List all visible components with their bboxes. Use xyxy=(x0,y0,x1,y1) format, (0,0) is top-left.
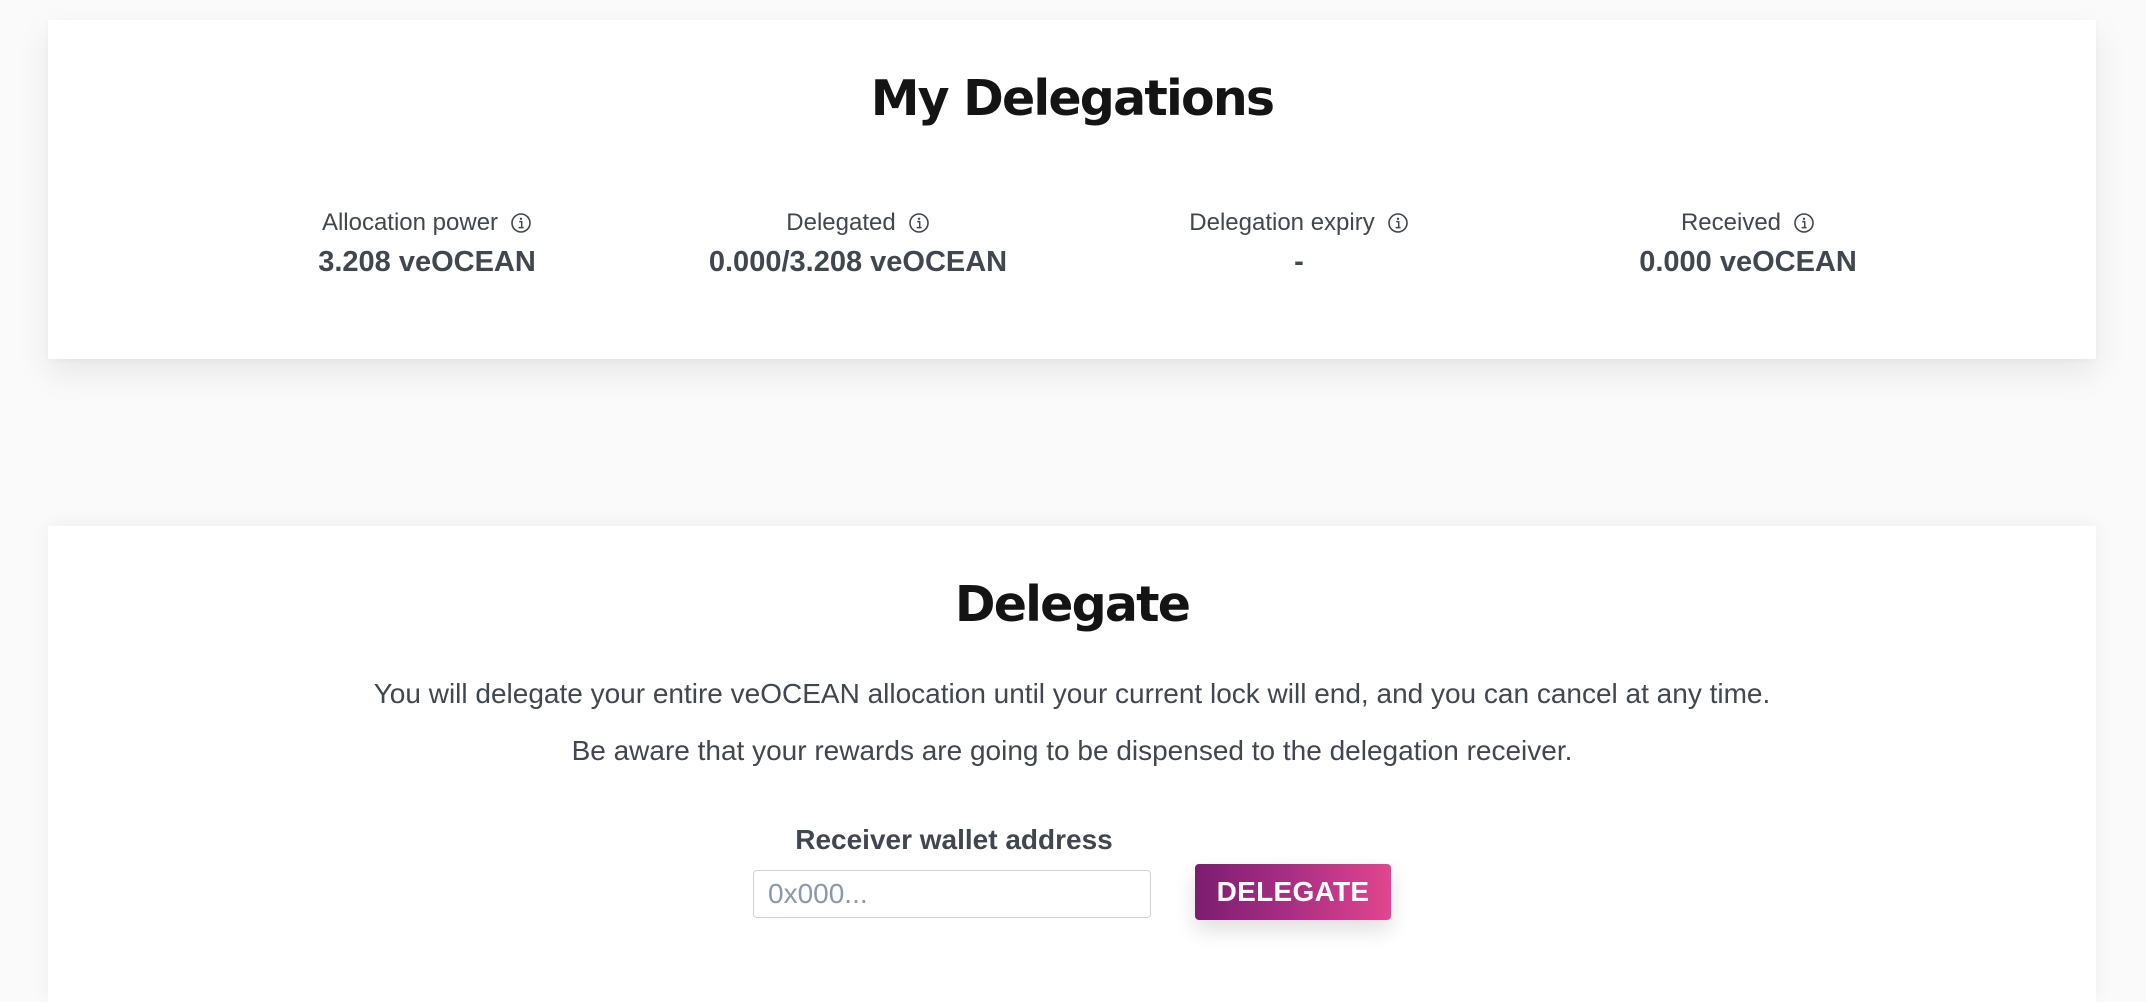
info-icon[interactable] xyxy=(1387,212,1409,234)
stat-value: - xyxy=(1294,246,1304,278)
stat-delegated: Delegated 0.000/3.208 veOCEAN xyxy=(628,206,1088,281)
delegate-description: You will delegate your entire veOCEAN al… xyxy=(373,678,1771,709)
stat-label: Allocation power xyxy=(321,209,499,236)
delegate-card: Delegate You will delegate your entire v… xyxy=(48,526,2096,1002)
info-icon[interactable] xyxy=(908,212,930,234)
delegate-title: Delegate xyxy=(954,576,1191,633)
info-icon[interactable] xyxy=(510,212,532,234)
receiver-wallet-label: Receiver wallet address xyxy=(795,824,1113,855)
stat-delegation-expiry: Delegation expiry - xyxy=(1069,206,1529,281)
delegate-button[interactable]: DELEGATE xyxy=(1195,864,1391,920)
stat-value: 3.208 veOCEAN xyxy=(318,246,536,278)
stat-value: 0.000 veOCEAN xyxy=(1639,246,1857,278)
stat-label: Delegation expiry xyxy=(1189,209,1375,236)
my-delegations-card: My Delegations Allocation power 3.208 ve… xyxy=(48,20,2096,359)
my-delegations-title: My Delegations xyxy=(870,70,1275,127)
stat-label: Received xyxy=(1680,209,1782,236)
stat-label: Delegated xyxy=(786,209,896,236)
stat-received: Received 0.000 veOCEAN xyxy=(1518,206,1978,281)
info-icon[interactable] xyxy=(1793,212,1815,234)
stat-value: 0.000/3.208 veOCEAN xyxy=(708,246,1008,278)
stat-allocation-power: Allocation power 3.208 veOCEAN xyxy=(197,206,657,281)
receiver-wallet-input[interactable] xyxy=(753,870,1151,918)
rewards-warning: Be aware that your rewards are going to … xyxy=(571,735,1573,766)
